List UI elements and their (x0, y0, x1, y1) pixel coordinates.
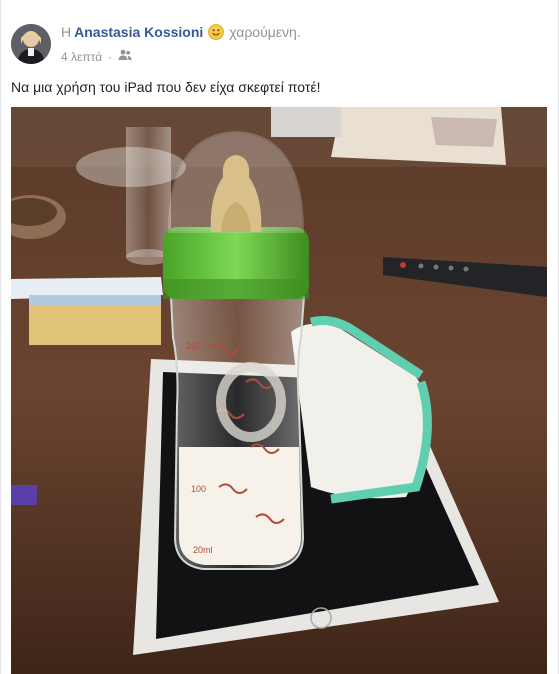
post-title-line: Η Anastasia Kossioni χαρούμενη. (61, 24, 301, 40)
bottle-mark-20ml: 20ml (193, 545, 213, 555)
bottle-mark-100: 100 (191, 484, 206, 494)
timestamp-link[interactable]: 4 λεπτά (61, 50, 102, 64)
avatar-image (11, 24, 51, 64)
bottle-mark-150: 150 (186, 341, 201, 351)
separator-dot: · (108, 49, 113, 64)
post-card: Η Anastasia Kossioni χαρούμενη. 4 λεπτά … (0, 0, 559, 674)
photo-scene: 150 100 20ml (11, 107, 547, 674)
post-meta: 4 λεπτά · (61, 49, 132, 64)
post-photo[interactable]: 150 100 20ml (11, 107, 547, 674)
smiley-emoji-icon (208, 24, 225, 40)
friends-icon[interactable] (118, 49, 132, 64)
feeling-text[interactable]: χαρούμενη. (229, 24, 300, 40)
author-name-link[interactable]: Anastasia Kossioni (74, 24, 203, 40)
author-prefix: Η (61, 24, 72, 40)
avatar[interactable] (11, 24, 51, 64)
post-message: Να μια χρήση του iPad που δεν είχα σκεφτ… (11, 79, 321, 95)
post-header: Η Anastasia Kossioni χαρούμενη. 4 λεπτά … (11, 14, 551, 74)
